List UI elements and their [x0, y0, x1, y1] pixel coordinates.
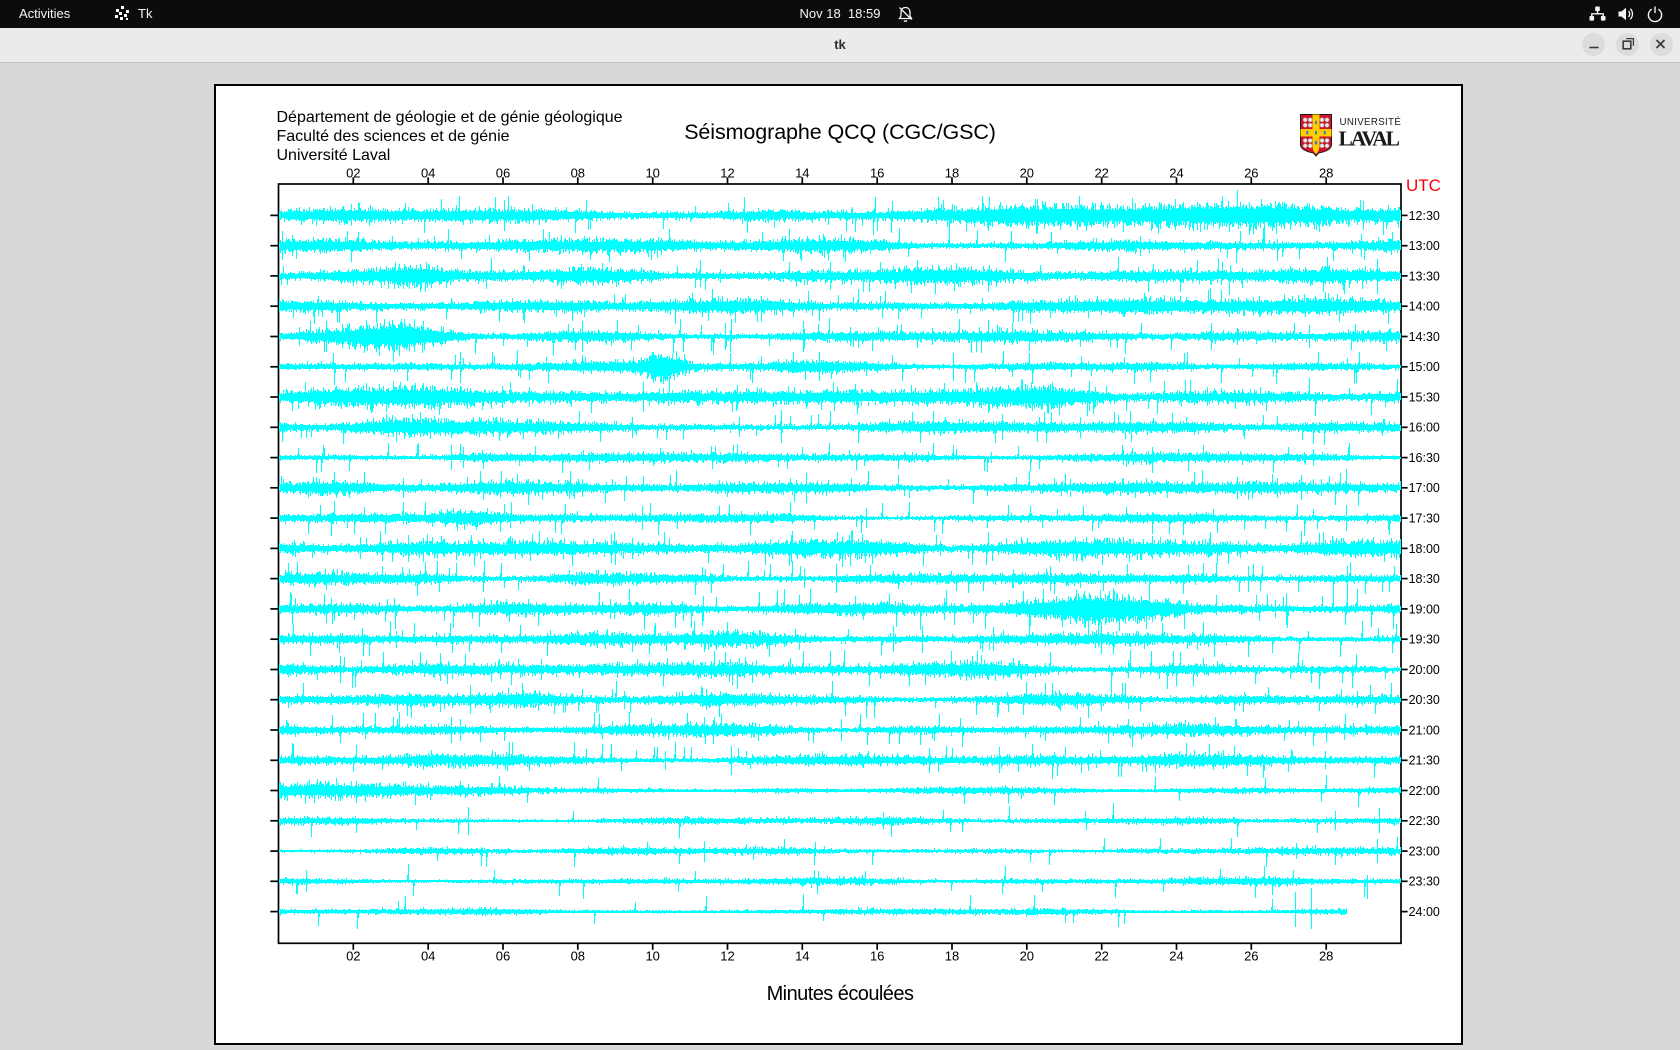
svg-text:16:00: 16:00 — [1409, 421, 1440, 435]
svg-text:17:00: 17:00 — [1409, 481, 1440, 495]
svg-text:18: 18 — [945, 166, 959, 181]
svg-text:02: 02 — [346, 949, 360, 964]
svg-text:18:30: 18:30 — [1409, 572, 1440, 586]
svg-text:23:30: 23:30 — [1409, 875, 1440, 889]
svg-text:26: 26 — [1244, 949, 1258, 964]
svg-text:10: 10 — [645, 166, 659, 181]
svg-text:02: 02 — [346, 166, 360, 181]
svg-text:18: 18 — [945, 949, 959, 964]
svg-text:14: 14 — [795, 166, 809, 181]
svg-text:06: 06 — [496, 949, 510, 964]
svg-text:08: 08 — [571, 949, 585, 964]
svg-text:28: 28 — [1319, 166, 1333, 181]
svg-text:12:30: 12:30 — [1409, 209, 1440, 223]
svg-text:10: 10 — [645, 949, 659, 964]
svg-text:22:00: 22:00 — [1409, 784, 1440, 798]
svg-text:14: 14 — [795, 949, 809, 964]
svg-text:15:30: 15:30 — [1409, 390, 1440, 404]
svg-text:16: 16 — [870, 949, 884, 964]
svg-text:22: 22 — [1094, 949, 1108, 964]
svg-text:15:00: 15:00 — [1409, 360, 1440, 374]
svg-text:13:00: 13:00 — [1409, 239, 1440, 253]
svg-text:04: 04 — [421, 166, 435, 181]
svg-text:16: 16 — [870, 166, 884, 181]
svg-text:17:30: 17:30 — [1409, 512, 1440, 526]
svg-text:20:30: 20:30 — [1409, 693, 1440, 707]
svg-text:18:00: 18:00 — [1409, 542, 1440, 556]
svg-text:19:30: 19:30 — [1409, 633, 1440, 647]
svg-text:12: 12 — [720, 949, 734, 964]
svg-text:28: 28 — [1319, 949, 1333, 964]
svg-text:24: 24 — [1169, 166, 1183, 181]
svg-text:14:30: 14:30 — [1409, 330, 1440, 344]
svg-text:UTC: UTC — [1406, 176, 1441, 195]
svg-text:20:00: 20:00 — [1409, 663, 1440, 677]
svg-text:06: 06 — [496, 166, 510, 181]
svg-text:21:30: 21:30 — [1409, 754, 1440, 768]
svg-text:04: 04 — [421, 949, 435, 964]
svg-text:24: 24 — [1169, 949, 1183, 964]
svg-text:20: 20 — [1020, 949, 1034, 964]
svg-text:24:00: 24:00 — [1409, 905, 1440, 919]
svg-text:21:00: 21:00 — [1409, 723, 1440, 737]
svg-text:08: 08 — [571, 166, 585, 181]
svg-text:16:30: 16:30 — [1409, 451, 1440, 465]
svg-text:13:30: 13:30 — [1409, 269, 1440, 283]
svg-text:22: 22 — [1094, 166, 1108, 181]
svg-text:23:00: 23:00 — [1409, 845, 1440, 859]
svg-text:14:00: 14:00 — [1409, 300, 1440, 314]
svg-text:20: 20 — [1020, 166, 1034, 181]
svg-text:22:30: 22:30 — [1409, 814, 1440, 828]
svg-text:26: 26 — [1244, 166, 1258, 181]
svg-text:19:00: 19:00 — [1409, 602, 1440, 616]
svg-text:12: 12 — [720, 166, 734, 181]
